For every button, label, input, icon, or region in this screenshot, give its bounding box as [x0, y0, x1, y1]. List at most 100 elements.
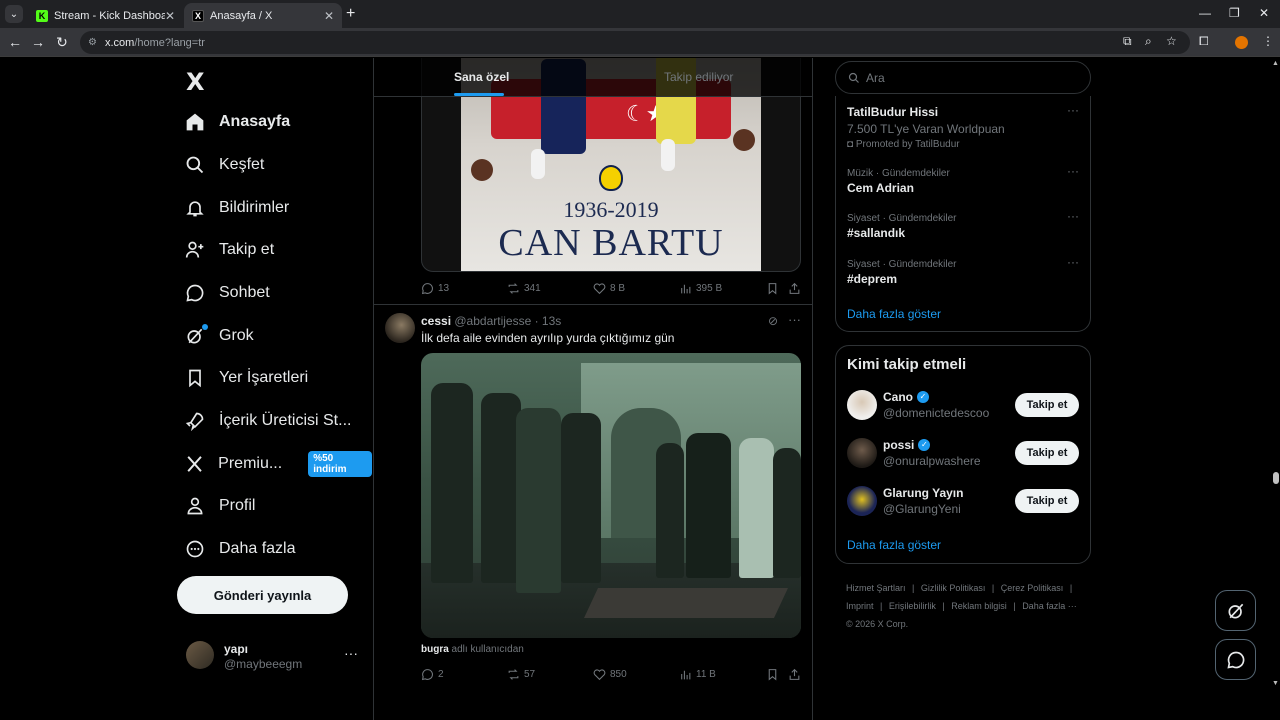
search-input[interactable]: Ara [835, 61, 1091, 94]
nav-profile[interactable]: Profil [185, 491, 255, 521]
tab-search-icon[interactable]: ⌄ [5, 5, 23, 23]
footer-link[interactable]: Erişilebilirlik [889, 601, 936, 611]
follow-button[interactable]: Takip et [1015, 489, 1079, 513]
close-icon[interactable]: ✕ [324, 9, 334, 23]
like-button[interactable]: 8 B [593, 282, 625, 295]
repost-button[interactable]: 57 [507, 668, 535, 681]
new-tab-button[interactable]: + [346, 5, 355, 23]
nav-more[interactable]: Daha fazla [185, 534, 296, 564]
nav-explore[interactable]: Keşfet [185, 150, 264, 180]
more-icon[interactable]: ··· [1067, 255, 1079, 269]
suggested-user[interactable]: Cano ✓ @domenictedescoo Takip et [847, 390, 1082, 422]
nav-home[interactable]: Anasayfa [185, 107, 290, 137]
views-button[interactable]: 395 B [679, 282, 722, 295]
scroll-down-arrow[interactable]: ▼ [1272, 680, 1279, 687]
nav-label: Sohbet [219, 284, 270, 301]
bookmark-button[interactable] [766, 668, 783, 681]
close-icon[interactable]: ✕ [165, 9, 175, 23]
extensions-icon[interactable]: ⧠ [1199, 34, 1209, 49]
site-info-icon[interactable]: ⚙ [88, 37, 97, 48]
browser-tab-kick[interactable]: K Stream - Kick Dashboard ✕ [28, 3, 183, 28]
like-button[interactable]: 850 [593, 668, 627, 681]
footer-link[interactable]: Daha fazla ··· [1022, 601, 1077, 611]
browser-profile-avatar[interactable] [1235, 36, 1248, 49]
browser-tab-x[interactable]: X Anasayfa / X ✕ [184, 3, 342, 28]
avatar[interactable] [847, 438, 877, 468]
nav-follow[interactable]: Takip et [185, 235, 274, 265]
follow-button[interactable]: Takip et [1015, 393, 1079, 417]
search-icon [186, 156, 204, 174]
scrollbar-thumb[interactable] [1273, 472, 1279, 484]
show-more-link[interactable]: Daha fazla göster [847, 307, 941, 321]
grok-icon[interactable]: ⊘ [768, 314, 778, 328]
ball [471, 159, 493, 181]
footer-link[interactable]: Reklam bilgisi [951, 601, 1007, 611]
repost-button[interactable]: 341 [507, 282, 541, 295]
more-icon[interactable]: ··· [1067, 103, 1079, 117]
browser-menu-icon[interactable]: ⋮ [1262, 34, 1274, 48]
author-name[interactable]: cessi [421, 314, 451, 328]
suggested-user[interactable]: Glarung Yayın @GlarungYeni Takip et [847, 486, 1082, 518]
trend-item[interactable]: Müzik · Gündemdekiler Cem Adrian ··· [847, 164, 1082, 195]
back-button[interactable]: ← [7, 34, 23, 50]
trend-item[interactable]: Siyaset · Gündemdekiler #sallandık ··· [847, 209, 1082, 240]
footer-link[interactable]: Gizlilik Politikası [921, 583, 986, 593]
post-button[interactable]: Gönderi yayınla [177, 576, 348, 614]
install-app-icon[interactable]: ⧉ [1123, 34, 1132, 49]
grok-floating-button[interactable] [1215, 590, 1256, 631]
views-button[interactable]: 11 B [679, 668, 716, 681]
nav-creator-studio[interactable]: İçerik Üreticisi St... [185, 406, 351, 436]
reload-button[interactable]: ↻ [54, 34, 70, 51]
credit-user[interactable]: bugra [421, 644, 449, 655]
trend-item[interactable]: Siyaset · Gündemdekiler #deprem ··· [847, 255, 1082, 286]
page-scrollbar[interactable] [1270, 58, 1280, 720]
account-name: yapı [224, 642, 249, 656]
tab-for-you[interactable]: Sana özel [454, 70, 509, 84]
nav-premium[interactable]: Premiu... %50 indirim [185, 449, 372, 479]
show-more-link[interactable]: Daha fazla göster [847, 538, 941, 552]
share-button[interactable] [788, 282, 805, 295]
zoom-icon[interactable]: ⌕ [1145, 34, 1152, 49]
bookmark-button[interactable] [766, 282, 783, 295]
trend-item[interactable]: TatilBudur Hissi 7.500 TL'ye Varan World… [847, 103, 1082, 150]
footer-link[interactable]: Imprint [846, 601, 874, 611]
x-logo-icon[interactable]: X [186, 68, 205, 96]
search-placeholder: Ara [866, 70, 885, 85]
maximize-button[interactable]: ❐ [1229, 6, 1240, 20]
more-icon[interactable]: ··· [1067, 209, 1079, 223]
footer-link[interactable]: Çerez Politikası [1001, 583, 1064, 593]
share-icon [789, 282, 800, 294]
scroll-up-arrow[interactable]: ▲ [1272, 60, 1279, 67]
reply-button[interactable]: 13 [421, 282, 449, 295]
reply-button[interactable]: 2 [421, 668, 444, 681]
nav-grok[interactable]: Grok [185, 321, 254, 351]
more-icon[interactable]: ··· [344, 645, 358, 661]
address-bar[interactable]: ⚙ x.com/home?lang=tr [80, 31, 1190, 54]
suggested-user[interactable]: possi ✓ @onuralpwashere Takip et [847, 438, 1082, 470]
footer-link[interactable]: Hizmet Şartları [846, 583, 906, 593]
nav-bookmarks[interactable]: Yer İşaretleri [185, 363, 308, 393]
nav-label: Takip et [219, 241, 275, 258]
player-sock [661, 139, 675, 171]
tweet-time[interactable]: · 13s [531, 314, 562, 328]
bookmark-star-icon[interactable]: ☆ [1166, 34, 1177, 48]
tweet-photo[interactable] [421, 353, 801, 638]
browser-toolbar: ← → ↻ ⚙ x.com/home?lang=tr ⧉ ⌕ ☆ ⧠ ⋮ [0, 28, 1280, 57]
tab-following[interactable]: Takip ediliyor [664, 70, 733, 84]
window-close-button[interactable]: ✕ [1259, 6, 1269, 20]
avatar[interactable] [847, 486, 877, 516]
forward-button[interactable]: → [30, 34, 46, 50]
nav-chat[interactable]: Sohbet [185, 278, 270, 308]
avatar[interactable] [385, 313, 415, 343]
follow-button[interactable]: Takip et [1015, 441, 1079, 465]
avatar[interactable] [847, 390, 877, 420]
repost-count: 57 [524, 669, 536, 680]
minimize-button[interactable]: — [1199, 6, 1211, 20]
account-switcher[interactable]: yapı @maybeeegm ··· [186, 641, 364, 673]
messages-floating-button[interactable] [1215, 639, 1256, 680]
author-handle[interactable]: @abdartijesse [454, 314, 531, 328]
more-icon[interactable]: ··· [788, 312, 801, 327]
nav-notifications[interactable]: Bildirimler [185, 193, 289, 223]
more-icon[interactable]: ··· [1067, 164, 1079, 178]
share-button[interactable] [788, 668, 805, 681]
